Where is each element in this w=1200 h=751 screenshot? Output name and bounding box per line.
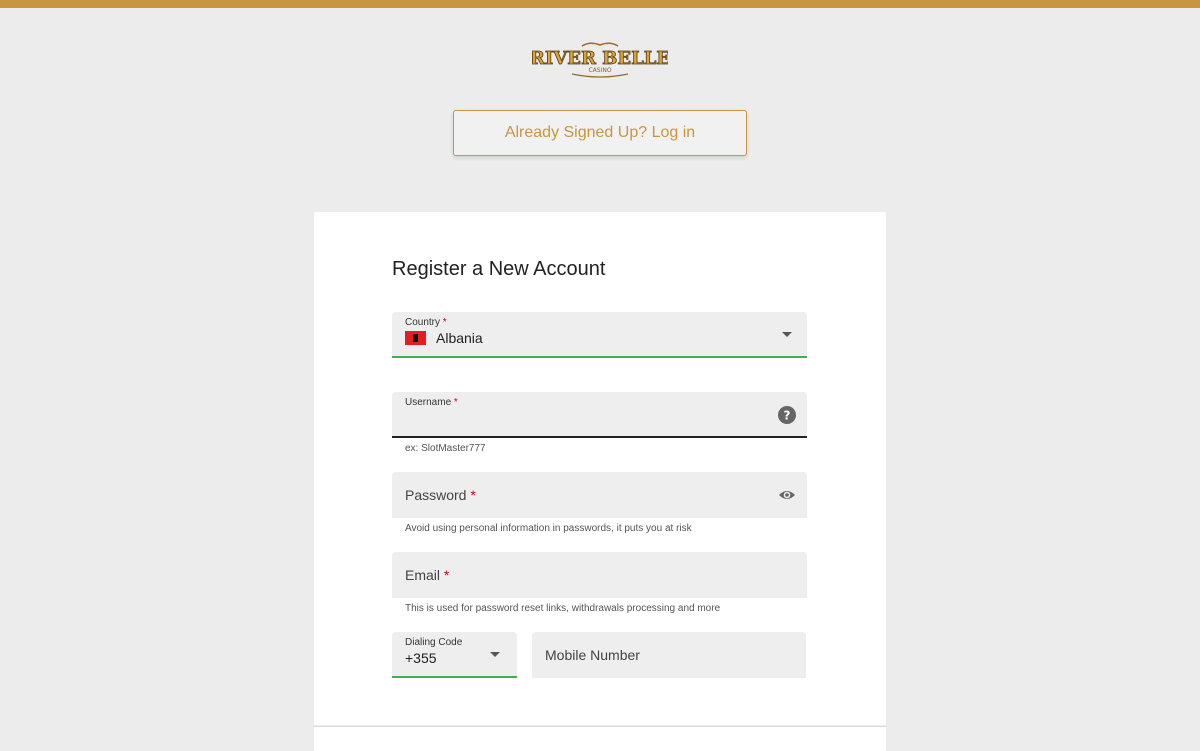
country-select[interactable]: Country * Albania bbox=[392, 312, 807, 358]
eye-icon[interactable] bbox=[778, 488, 796, 507]
password-helper-text: Avoid using personal information in pass… bbox=[405, 523, 692, 534]
page-title: Register a New Account bbox=[392, 258, 606, 280]
dialing-code-label: Dialing Code bbox=[405, 637, 463, 648]
river-belle-logo[interactable]: RIVER BELLE CASINO bbox=[532, 40, 668, 82]
required-mark: * bbox=[453, 397, 458, 408]
svg-text:?: ? bbox=[784, 409, 791, 423]
username-field[interactable]: Username * ? bbox=[392, 392, 807, 438]
country-label-text: Country bbox=[405, 317, 441, 328]
svg-text:CASINO: CASINO bbox=[588, 67, 611, 74]
caret-down-icon[interactable] bbox=[490, 652, 500, 657]
svg-text:RIVER BELLE: RIVER BELLE bbox=[532, 48, 668, 69]
password-placeholder: Password * bbox=[405, 487, 476, 503]
registration-card-footer bbox=[314, 726, 886, 751]
dialing-code-value: +355 bbox=[405, 650, 437, 666]
country-label: Country * bbox=[405, 317, 447, 328]
required-mark: * bbox=[443, 567, 450, 583]
required-mark: * bbox=[442, 317, 447, 328]
email-placeholder-text: Email bbox=[405, 567, 441, 583]
mobile-number-placeholder: Mobile Number bbox=[545, 647, 640, 663]
username-label: Username * bbox=[405, 397, 458, 408]
caret-down-icon[interactable] bbox=[782, 332, 792, 337]
dialing-code-select[interactable]: Dialing Code +355 bbox=[392, 632, 517, 678]
top-accent-bar bbox=[0, 0, 1200, 8]
password-field[interactable]: Password * bbox=[392, 472, 807, 518]
email-field[interactable]: Email * bbox=[392, 552, 807, 598]
password-placeholder-text: Password bbox=[405, 487, 467, 503]
country-value: Albania bbox=[436, 330, 483, 346]
username-label-text: Username bbox=[405, 397, 452, 408]
albania-flag-icon bbox=[405, 331, 426, 345]
logo-graphic: RIVER BELLE CASINO bbox=[532, 42, 668, 78]
email-placeholder: Email * bbox=[405, 567, 449, 583]
email-helper-text: This is used for password reset links, w… bbox=[405, 603, 721, 614]
question-circle-icon[interactable]: ? bbox=[778, 406, 796, 429]
mobile-number-field[interactable]: Mobile Number bbox=[532, 632, 806, 678]
required-mark: * bbox=[470, 487, 476, 503]
login-button[interactable]: Already Signed Up? Log in bbox=[453, 110, 747, 156]
username-helper-text: ex: SlotMaster777 bbox=[405, 443, 486, 454]
